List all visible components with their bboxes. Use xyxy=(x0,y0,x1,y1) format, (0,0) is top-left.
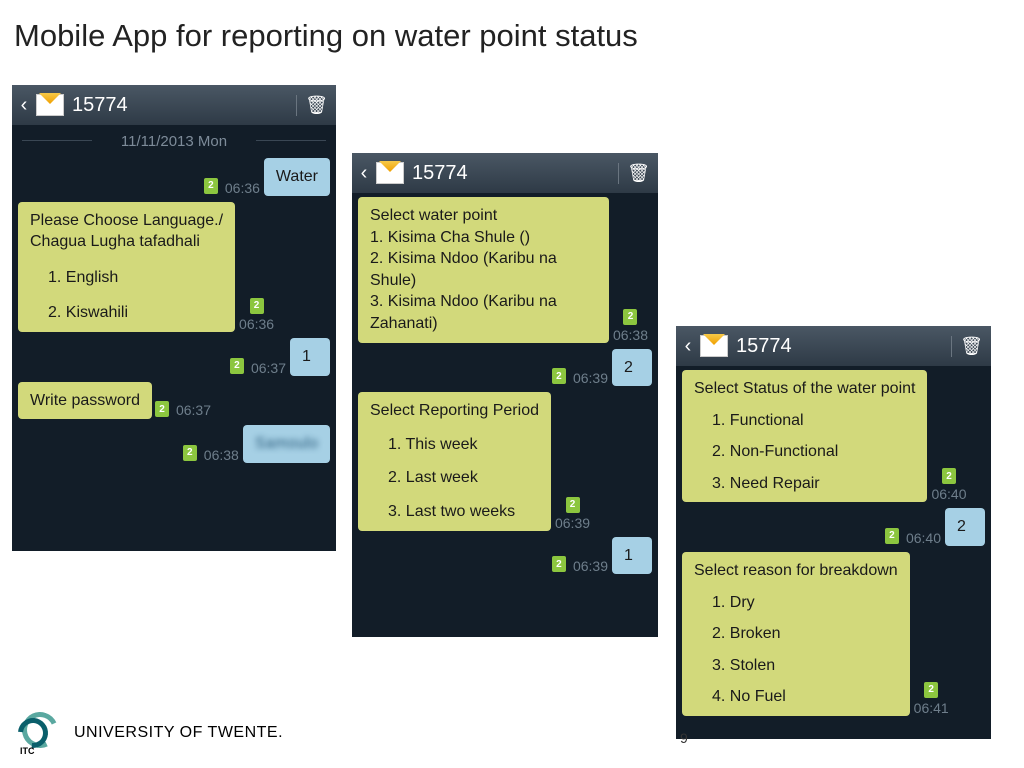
outgoing-bubble[interactable]: 2 xyxy=(945,508,985,546)
timestamp: 06:41 xyxy=(914,700,949,716)
sim-icon: 2 xyxy=(552,556,566,572)
back-icon[interactable]: ‹ xyxy=(352,162,376,185)
incoming-bubble[interactable]: Write password xyxy=(18,382,152,420)
text-line: Select water point xyxy=(370,205,597,227)
mail-icon xyxy=(376,162,404,184)
text-line: Select Reporting Period xyxy=(370,400,539,422)
mail-icon xyxy=(36,94,64,116)
timestamp: 06:39 xyxy=(573,370,608,386)
outgoing-bubble[interactable]: Water xyxy=(264,158,330,196)
footer: ITC UNIVERSITY OF TWENTE. xyxy=(18,712,283,754)
statusbar: ‹ 15774 🗑 xyxy=(12,85,336,125)
statusbar: ‹ 15774 🗑 xyxy=(676,326,991,366)
itc-logo-icon: ITC xyxy=(18,712,60,754)
outgoing-bubble[interactable]: Samoulo xyxy=(243,425,330,463)
university-label: UNIVERSITY OF TWENTE. xyxy=(74,724,283,742)
message-row: 2 06:39 2 xyxy=(358,349,652,387)
trash-icon[interactable]: 🗑 xyxy=(296,95,336,116)
outgoing-bubble[interactable]: 1 xyxy=(290,338,330,376)
message-row: Select water point 1. Kisima Cha Shule (… xyxy=(358,197,652,343)
message-row: Please Choose Language./ Chagua Lugha ta… xyxy=(18,202,330,332)
text-line: 1. This week xyxy=(370,434,539,456)
sim-icon: 2 xyxy=(566,497,580,513)
incoming-bubble[interactable]: Select Status of the water point 1. Func… xyxy=(682,370,927,502)
timestamp: 06:39 xyxy=(555,515,590,531)
sim-icon: 2 xyxy=(230,358,244,374)
text-line: 1. English xyxy=(30,267,223,289)
text-line: 3. Stolen xyxy=(694,655,898,677)
timestamp: 06:38 xyxy=(204,447,239,463)
slide-title: Mobile App for reporting on water point … xyxy=(0,0,1024,54)
outgoing-bubble[interactable]: 1 xyxy=(612,537,652,575)
timestamp: 06:37 xyxy=(176,402,211,418)
text-line: Select reason for breakdown xyxy=(694,560,898,582)
text-line: 1. Kisima Cha Shule () xyxy=(370,227,597,249)
sim-icon: 2 xyxy=(155,401,169,417)
outgoing-bubble[interactable]: 2 xyxy=(612,349,652,387)
text-line: Zahanati) xyxy=(370,313,597,335)
text-line: 1. Functional xyxy=(694,410,915,432)
text-line: 3. Kisima Ndoo (Karibu na xyxy=(370,291,597,313)
timestamp: 06:40 xyxy=(906,530,941,546)
sim-icon: 2 xyxy=(885,528,899,544)
trash-icon[interactable]: 🗑 xyxy=(618,163,658,184)
text-line: Please Choose Language./ xyxy=(30,210,223,232)
contact-title: 15774 xyxy=(412,162,618,185)
sim-icon: 2 xyxy=(552,368,566,384)
timestamp: 06:36 xyxy=(239,316,274,332)
phone-screenshot-3: ‹ 15774 🗑 Select Status of the water poi… xyxy=(676,326,991,739)
text-line: 3. Need Repair xyxy=(694,473,915,495)
message-row: 2 06:36 Water xyxy=(18,158,330,196)
message-row: 2 06:38 Samoulo xyxy=(18,425,330,463)
text-line: Chagua Lugha tafadhali xyxy=(30,231,223,253)
incoming-bubble[interactable]: Select Reporting Period 1. This week 2. … xyxy=(358,392,551,530)
sim-icon: 2 xyxy=(623,309,637,325)
phone-screenshot-1: ‹ 15774 🗑 11/11/2013 Mon 2 06:36 Water P… xyxy=(12,85,336,551)
text-line: 4. No Fuel xyxy=(694,686,898,708)
message-row: Write password 2 06:37 xyxy=(18,382,330,420)
phone-screenshot-2: ‹ 15774 🗑 Select water point 1. Kisima C… xyxy=(352,153,658,637)
text-line: 2. Last week xyxy=(370,467,539,489)
contact-title: 15774 xyxy=(736,335,951,358)
incoming-bubble[interactable]: Select reason for breakdown 1. Dry 2. Br… xyxy=(682,552,910,716)
back-icon[interactable]: ‹ xyxy=(676,335,700,358)
page-number: 9 xyxy=(680,730,688,746)
message-row: Select Reporting Period 1. This week 2. … xyxy=(358,392,652,530)
timestamp: 06:39 xyxy=(573,558,608,574)
trash-icon[interactable]: 🗑 xyxy=(951,336,991,357)
text-line: 2. Kisima Ndoo (Karibu na Shule) xyxy=(370,248,597,291)
text-line: 3. Last two weeks xyxy=(370,501,539,523)
incoming-bubble[interactable]: Please Choose Language./ Chagua Lugha ta… xyxy=(18,202,235,332)
message-row: 2 06:37 1 xyxy=(18,338,330,376)
back-icon[interactable]: ‹ xyxy=(12,94,36,117)
message-row: Select reason for breakdown 1. Dry 2. Br… xyxy=(682,552,985,716)
sim-icon: 2 xyxy=(924,682,938,698)
timestamp: 06:36 xyxy=(225,180,260,196)
mail-icon xyxy=(700,335,728,357)
timestamp: 06:40 xyxy=(931,486,966,502)
text-line: 2. Kiswahili xyxy=(30,302,223,324)
text-line: 2. Broken xyxy=(694,623,898,645)
incoming-bubble[interactable]: Select water point 1. Kisima Cha Shule (… xyxy=(358,197,609,343)
sim-icon: 2 xyxy=(183,445,197,461)
text-line: 2. Non-Functional xyxy=(694,441,915,463)
message-row: Select Status of the water point 1. Func… xyxy=(682,370,985,502)
sim-icon: 2 xyxy=(204,178,218,194)
date-label: 11/11/2013 Mon xyxy=(12,125,336,154)
message-row: 2 06:40 2 xyxy=(682,508,985,546)
statusbar: ‹ 15774 🗑 xyxy=(352,153,658,193)
message-row: 2 06:39 1 xyxy=(358,537,652,575)
sim-icon: 2 xyxy=(942,468,956,484)
sim-icon: 2 xyxy=(250,298,264,314)
contact-title: 15774 xyxy=(72,94,296,117)
text-line: 1. Dry xyxy=(694,592,898,614)
timestamp: 06:38 xyxy=(613,327,648,343)
text-line: Select Status of the water point xyxy=(694,378,915,400)
timestamp: 06:37 xyxy=(251,360,286,376)
